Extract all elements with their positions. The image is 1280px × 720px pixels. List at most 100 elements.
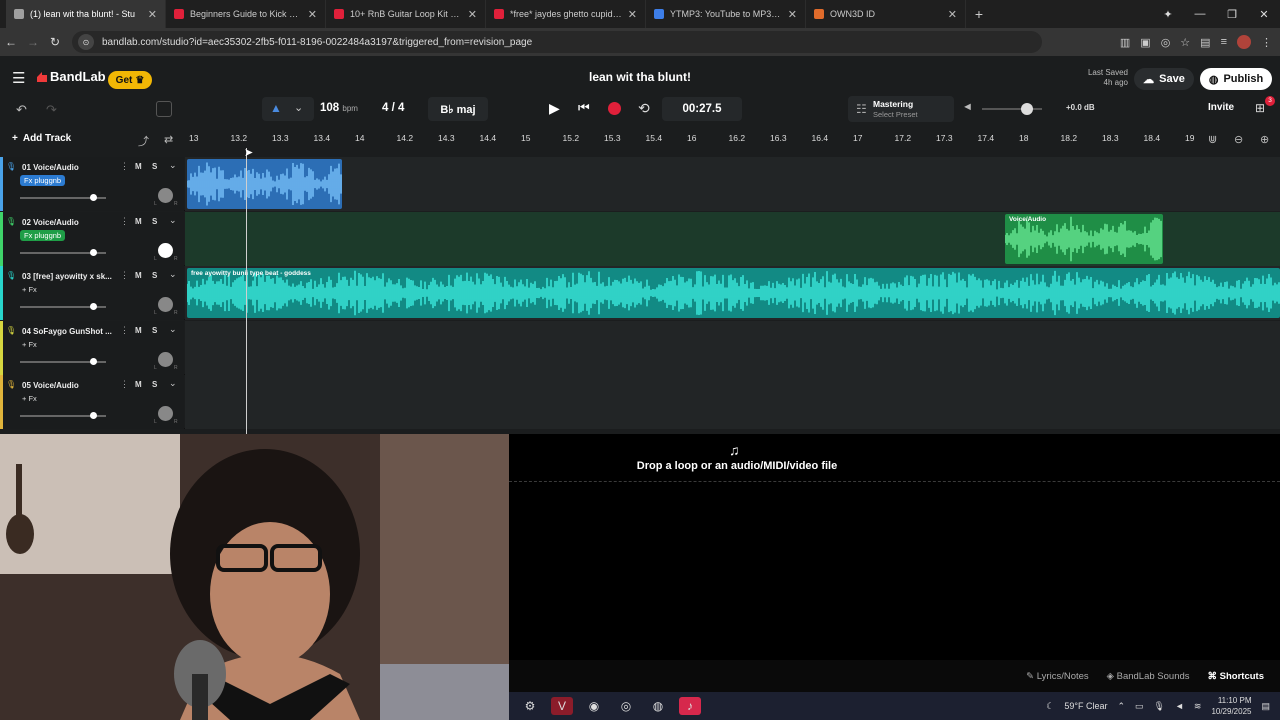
- record-button[interactable]: [608, 102, 621, 115]
- track-volume-slider[interactable]: [20, 194, 106, 201]
- track-menu-icon[interactable]: ⋮: [120, 379, 129, 390]
- pan-knob[interactable]: [158, 188, 173, 203]
- solo-button[interactable]: S: [152, 217, 157, 226]
- track-header[interactable]: 🎙 02 Voice/Audio ⋮ M S ⌄ Fx pluggnb L R: [0, 211, 184, 266]
- skip-to-start-icon[interactable]: ⏮: [578, 100, 590, 116]
- browser-tab[interactable]: YTMP3: YouTube to MP3 Conve ✕: [646, 0, 806, 28]
- mixer-panel-icon[interactable]: [156, 101, 172, 117]
- track-header[interactable]: 🎙 04 SoFaygo GunShot ... ⋮ M S ⌄ + Fx L …: [0, 320, 184, 375]
- tempo-display[interactable]: 108 bpm: [320, 102, 358, 114]
- track-name[interactable]: 05 Voice/Audio: [22, 381, 114, 390]
- fx-badge[interactable]: Fx pluggnb: [20, 229, 66, 241]
- mastering-selector[interactable]: ☷ Mastering Select Preset: [848, 96, 954, 122]
- zoom-in-icon[interactable]: ⊕: [1260, 133, 1269, 146]
- browser-tab[interactable]: (1) lean wit tha blunt! - Stu ✕: [6, 0, 166, 28]
- track-lane[interactable]: Voice/Audio: [185, 211, 1280, 266]
- zoom-out-icon[interactable]: ⊖: [1234, 133, 1243, 146]
- network-icon[interactable]: ▭: [1135, 701, 1144, 712]
- chrome-icon[interactable]: ◍: [647, 697, 669, 715]
- mute-button[interactable]: M: [135, 380, 142, 389]
- wifi-icon[interactable]: ≋: [1194, 701, 1202, 712]
- hamburger-menu-icon[interactable]: ☰: [12, 69, 25, 87]
- lyrics-notes-button[interactable]: ✎ Lyrics/Notes: [1026, 671, 1089, 682]
- forward-icon[interactable]: →: [22, 35, 44, 49]
- notification-center-icon[interactable]: ▤: [1261, 701, 1270, 712]
- track-name[interactable]: 01 Voice/Audio: [22, 163, 114, 172]
- bookmark-star-icon[interactable]: ☆: [1180, 36, 1190, 49]
- browser-tab[interactable]: Beginners Guide to Kick Stream ✕: [166, 0, 326, 28]
- track-menu-icon[interactable]: ⋮: [120, 216, 129, 227]
- browser-tab[interactable]: 10+ RnB Guitar Loop Kit / Samp ✕: [326, 0, 486, 28]
- track-volume-slider[interactable]: [20, 357, 106, 365]
- mute-button[interactable]: M: [135, 217, 142, 226]
- url-field[interactable]: ⊙ bandlab.com/studio?id=aec35302-2fb5-f0…: [72, 31, 1042, 53]
- drop-zone[interactable]: ♫ Drop a loop or an audio/MIDI/video fil…: [509, 434, 1280, 690]
- close-tab-icon[interactable]: ✕: [308, 8, 317, 21]
- new-tab-button[interactable]: +: [966, 6, 992, 22]
- track-volume-slider[interactable]: [20, 412, 106, 419]
- track-lane[interactable]: [185, 375, 1280, 429]
- track-menu-icon[interactable]: ⋮: [120, 325, 129, 336]
- close-tab-icon[interactable]: ✕: [468, 8, 477, 21]
- weather-text[interactable]: 59°F Clear: [1064, 701, 1107, 711]
- fx-badge[interactable]: + Fx: [18, 393, 41, 404]
- profile-avatar[interactable]: [1237, 35, 1251, 49]
- obs-icon[interactable]: ◎: [615, 697, 637, 715]
- track-name[interactable]: 03 [free] ayowitty x sk...: [22, 272, 114, 281]
- master-volume-knob[interactable]: [1021, 103, 1033, 115]
- undo-icon[interactable]: ↶: [16, 102, 27, 118]
- track-lane[interactable]: free ayowitty bunii type beat - goddess: [185, 266, 1280, 320]
- close-tab-icon[interactable]: ✕: [628, 8, 637, 21]
- loop-icon[interactable]: ⟲: [638, 100, 650, 117]
- track-volume-slider[interactable]: [20, 303, 106, 310]
- publish-button[interactable]: ◍ Publish: [1200, 68, 1272, 90]
- track-volume-knob[interactable]: [90, 194, 98, 201]
- invite-button[interactable]: Invite: [1208, 102, 1234, 113]
- fx-badge[interactable]: + Fx: [18, 339, 41, 350]
- pan-knob[interactable]: [158, 242, 173, 258]
- bandlab-sounds-button[interactable]: ◈ BandLab Sounds: [1107, 671, 1190, 682]
- maximize-button[interactable]: ❐: [1216, 8, 1248, 21]
- solo-button[interactable]: S: [152, 326, 157, 335]
- site-info-icon[interactable]: ⊙: [78, 34, 94, 50]
- get-membership-button[interactable]: Get ♛: [108, 71, 152, 89]
- track-volume-slider[interactable]: [20, 248, 106, 256]
- track-expand-chevron-icon[interactable]: ⌄: [169, 269, 177, 280]
- mute-button[interactable]: M: [135, 326, 142, 335]
- solo-button[interactable]: S: [152, 380, 157, 389]
- track-settings-icon[interactable]: ⇄: [164, 133, 173, 146]
- master-volume-slider[interactable]: [982, 103, 1042, 115]
- kebab-menu-icon[interactable]: ⋮: [1261, 36, 1272, 49]
- play-icon[interactable]: ▶: [549, 100, 560, 117]
- track-header[interactable]: 🎙 01 Voice/Audio ⋮ M S ⌄ Fx pluggnb L R: [0, 157, 184, 211]
- sidebar-icon[interactable]: ▤: [1200, 36, 1210, 49]
- snap-magnet-icon[interactable]: ⋓: [1208, 133, 1217, 146]
- clock[interactable]: 11:10 PM 10/29/2025: [1211, 695, 1251, 717]
- track-volume-knob[interactable]: [90, 248, 98, 256]
- track-expand-chevron-icon[interactable]: ⌄: [169, 378, 177, 389]
- track-header[interactable]: 🎙 05 Voice/Audio ⋮ M S ⌄ + Fx L R: [0, 375, 184, 429]
- track-volume-knob[interactable]: [90, 412, 98, 419]
- tab-search-icon[interactable]: ✦: [1152, 8, 1184, 21]
- audio-clip[interactable]: free ayowitty bunii type beat - goddess: [187, 268, 1280, 318]
- redo-icon[interactable]: ↷: [46, 102, 57, 118]
- track-volume-knob[interactable]: [90, 357, 98, 365]
- shortcuts-button[interactable]: ⌘ Shortcuts: [1208, 671, 1264, 682]
- timeline-ruler[interactable]: 13 13.2 13.3 13.4 14 14.2 14.3 14.4 15 15.2 15.3 15…: [185, 133, 1195, 147]
- reader-icon[interactable]: ▥: [1120, 36, 1130, 49]
- volume-icon[interactable]: ◄: [1175, 701, 1184, 711]
- cast-icon[interactable]: ▣: [1140, 36, 1150, 49]
- pan-knob[interactable]: [158, 297, 173, 312]
- track-menu-icon[interactable]: ⋮: [120, 161, 129, 172]
- reload-icon[interactable]: ↻: [44, 35, 66, 49]
- app-red-icon[interactable]: V: [551, 697, 573, 715]
- gift-icon[interactable]: ⊞: [1255, 101, 1265, 115]
- minimize-button[interactable]: —: [1184, 8, 1216, 20]
- solo-button[interactable]: S: [152, 162, 157, 171]
- key-selector[interactable]: B♭ maj: [428, 97, 488, 121]
- pan-knob[interactable]: [158, 351, 173, 367]
- browser-tab[interactable]: *free* jaydes ghetto cupid type ✕: [486, 0, 646, 28]
- automation-icon[interactable]: ⤴: [138, 133, 149, 149]
- steam-icon[interactable]: ◉: [583, 697, 605, 715]
- track-expand-chevron-icon[interactable]: ⌄: [169, 215, 177, 226]
